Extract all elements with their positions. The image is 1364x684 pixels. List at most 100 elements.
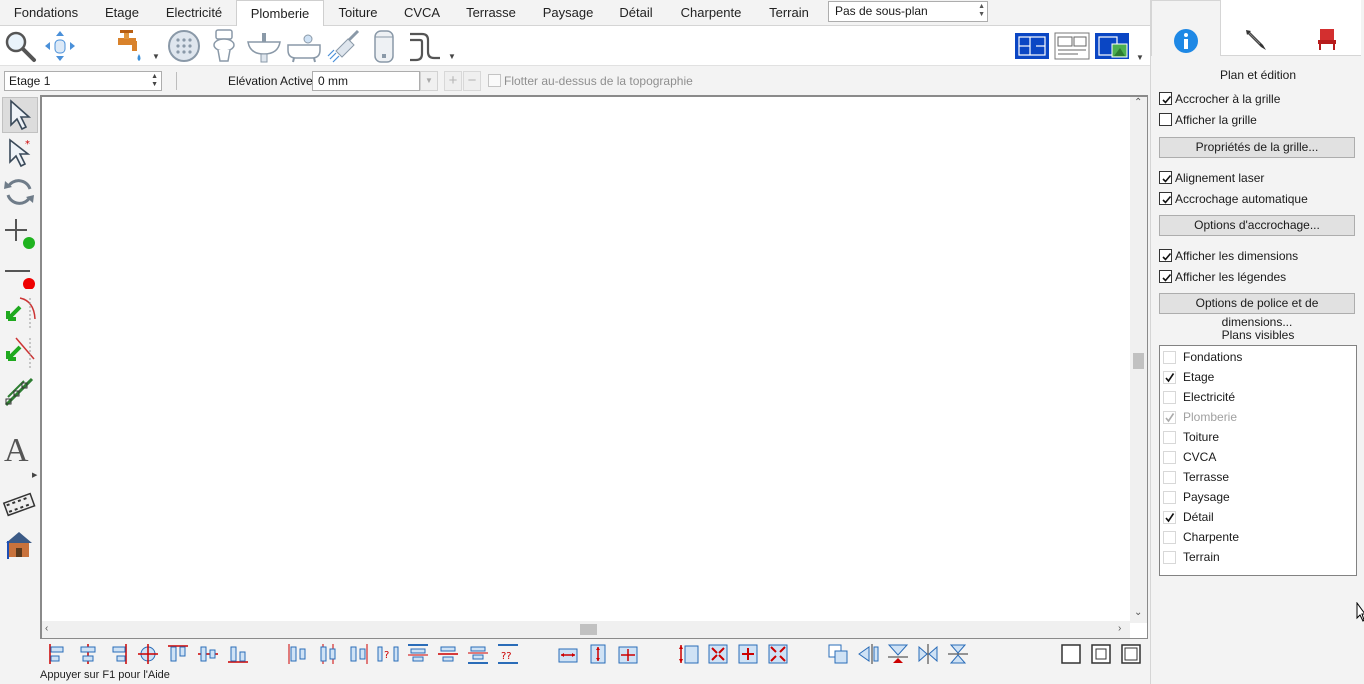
list-item[interactable]: Paysage	[1160, 487, 1356, 507]
list-item[interactable]: Terrain	[1160, 547, 1356, 567]
tab-cvca[interactable]: CVCA	[392, 0, 452, 26]
select-all-arrow-icon[interactable]: *	[2, 135, 38, 171]
distribute-left-icon[interactable]	[287, 643, 309, 665]
camera-view-icon[interactable]	[1094, 28, 1130, 64]
align-bottom-icon[interactable]	[227, 643, 249, 665]
align-bottom-edges-icon[interactable]	[467, 643, 489, 665]
same-size-icon[interactable]	[617, 643, 639, 665]
tab-plomberie[interactable]: Plomberie	[236, 0, 324, 27]
list-item[interactable]: Terrasse	[1160, 467, 1356, 487]
align-centers-icon[interactable]	[137, 643, 159, 665]
float-above-terrain-checkbox[interactable]	[488, 74, 501, 87]
remove-point-icon[interactable]	[2, 255, 38, 291]
plan-checkbox[interactable]	[1163, 511, 1176, 524]
break-arc-icon[interactable]	[2, 295, 38, 331]
font-dimension-options-button[interactable]: Options de police et de dimensions...	[1159, 293, 1355, 329]
tab-toiture[interactable]: Toiture	[324, 0, 392, 26]
pan-hand-icon[interactable]	[42, 28, 78, 64]
pipe-dropdown-arrow[interactable]: ▼	[448, 52, 456, 61]
floor-select[interactable]: Etage 1 ▲ ▼	[4, 71, 162, 91]
copy-paste-icon[interactable]	[827, 643, 849, 665]
frame-layers-icon[interactable]	[1090, 643, 1112, 665]
plan-checkbox[interactable]	[1163, 371, 1176, 384]
list-item[interactable]: CVCA	[1160, 447, 1356, 467]
bathtub-icon[interactable]	[286, 28, 322, 64]
frame-corners-icon[interactable]	[1120, 643, 1142, 665]
zoom-icon[interactable]	[2, 28, 38, 64]
elevation-dropdown-button[interactable]: ▼	[420, 71, 438, 91]
vertical-scroll-thumb[interactable]	[1133, 353, 1144, 369]
list-item[interactable]: Charpente	[1160, 527, 1356, 547]
text-tool-icon[interactable]: A	[2, 431, 38, 469]
expand-icon[interactable]	[767, 643, 789, 665]
view-dropdown-arrow[interactable]: ▼	[1136, 53, 1144, 62]
water-heater-icon[interactable]	[366, 28, 402, 64]
align-center-icon[interactable]	[77, 643, 99, 665]
show-grid-checkbox[interactable]	[1159, 113, 1172, 126]
list-item[interactable]: Fondations	[1160, 347, 1356, 367]
active-elevation-input[interactable]: 0 mm	[312, 71, 420, 91]
add-point-icon[interactable]	[2, 215, 38, 251]
align-top-icon[interactable]	[167, 643, 189, 665]
auto-snap-checkbox[interactable]	[1159, 192, 1172, 205]
tab-info[interactable]	[1151, 0, 1221, 56]
resize-height-icon[interactable]	[677, 643, 699, 665]
tab-electricite[interactable]: Electricité	[152, 0, 236, 26]
list-item[interactable]: Electricité	[1160, 387, 1356, 407]
tab-terrain[interactable]: Terrain	[756, 0, 822, 26]
tab-etage[interactable]: Etage	[92, 0, 152, 26]
shrink-icon[interactable]	[707, 643, 729, 665]
list-item[interactable]: Détail	[1160, 507, 1356, 527]
scroll-up-icon[interactable]: ⌃	[1134, 97, 1142, 108]
grid-properties-button[interactable]: Propriétés de la grille...	[1159, 137, 1355, 158]
laser-align-checkbox[interactable]	[1159, 171, 1172, 184]
scroll-right-icon[interactable]: ›	[1118, 623, 1121, 634]
select-arrow-icon[interactable]	[2, 97, 38, 133]
faucet-icon[interactable]	[112, 28, 148, 64]
tab-pen[interactable]	[1221, 0, 1291, 56]
distribute-right-icon[interactable]	[347, 643, 369, 665]
reflect-left-icon[interactable]	[857, 643, 879, 665]
scroll-left-icon[interactable]: ‹	[45, 623, 48, 634]
plan-view-icon[interactable]	[1014, 28, 1050, 64]
same-height-icon[interactable]	[587, 643, 609, 665]
snap-options-button[interactable]: Options d'accrochage...	[1159, 215, 1355, 236]
rotate-icon[interactable]	[2, 175, 38, 211]
floor-drain-icon[interactable]	[166, 28, 202, 64]
house-3d-icon[interactable]	[2, 527, 38, 563]
distribute-center-icon[interactable]	[317, 643, 339, 665]
toilet-icon[interactable]	[206, 28, 242, 64]
list-item[interactable]: Toiture	[1160, 427, 1356, 447]
plan-checkbox[interactable]	[1163, 351, 1176, 364]
center-icon[interactable]	[737, 643, 759, 665]
break-line-icon[interactable]	[2, 335, 38, 371]
distribute-horizontal-icon[interactable]: ?	[377, 643, 399, 665]
tab-paysage[interactable]: Paysage	[530, 0, 606, 26]
layout-view-icon[interactable]	[1054, 28, 1090, 64]
drawing-canvas[interactable]: ⌃ ⌄ ‹ ›	[40, 95, 1148, 639]
list-item[interactable]: Etage	[1160, 367, 1356, 387]
plan-checkbox[interactable]	[1163, 551, 1176, 564]
plus-button[interactable]: +	[444, 71, 462, 91]
horizontal-scrollbar[interactable]: ‹ ›	[42, 621, 1130, 638]
show-legends-checkbox[interactable]	[1159, 270, 1172, 283]
show-dimensions-checkbox[interactable]	[1159, 249, 1172, 262]
tab-detail[interactable]: Détail	[606, 0, 666, 26]
tab-fondations[interactable]: Fondations	[0, 0, 92, 26]
plan-checkbox[interactable]	[1163, 491, 1176, 504]
sink-icon[interactable]	[246, 28, 282, 64]
reflect-top-icon[interactable]	[887, 643, 909, 665]
tab-charpente[interactable]: Charpente	[666, 0, 756, 26]
film-camera-icon[interactable]	[2, 487, 38, 523]
align-middle-icon[interactable]	[197, 643, 219, 665]
snap-grid-checkbox[interactable]	[1159, 92, 1172, 105]
tab-terrasse[interactable]: Terrasse	[452, 0, 530, 26]
plan-checkbox[interactable]	[1163, 391, 1176, 404]
plan-checkbox[interactable]	[1163, 451, 1176, 464]
minus-button[interactable]: −	[463, 71, 481, 91]
scroll-down-icon[interactable]: ⌄	[1134, 607, 1142, 618]
plan-checkbox[interactable]	[1163, 531, 1176, 544]
pipe-routing-icon[interactable]	[406, 28, 442, 64]
distribute-vertical-icon[interactable]: ??	[497, 643, 519, 665]
plan-checkbox[interactable]	[1163, 431, 1176, 444]
